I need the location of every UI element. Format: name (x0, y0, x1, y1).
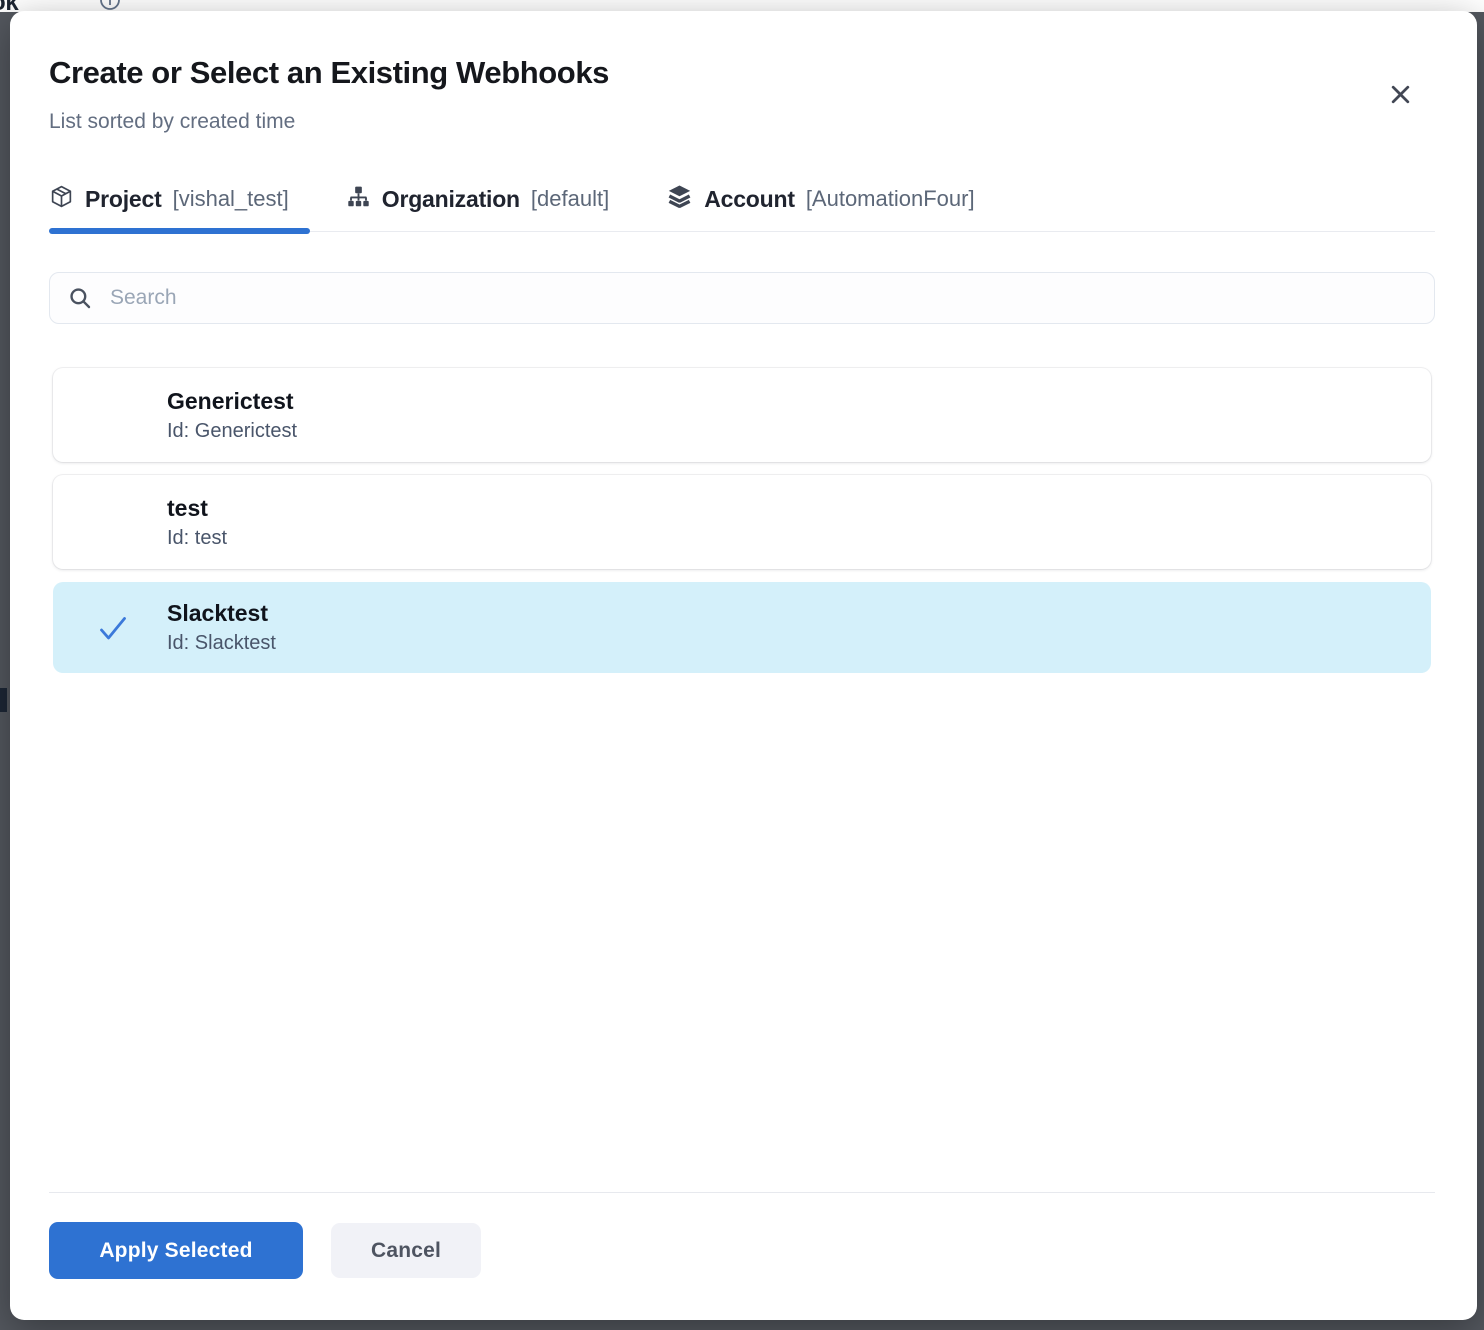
tab-organization[interactable]: Organization [default] (346, 167, 609, 231)
list-item-generictest[interactable]: Generictest Id: Generictest (53, 368, 1431, 462)
active-tab-underline (49, 228, 310, 234)
webhooks-dialog: Create or Select an Existing Webhooks Li… (10, 11, 1477, 1320)
footer-divider (49, 1192, 1435, 1193)
webhook-name: Slacktest (167, 599, 1431, 628)
tab-context: [vishal_test] (173, 186, 289, 212)
tab-context: [default] (531, 186, 609, 212)
search-input[interactable] (108, 285, 1417, 311)
webhook-id: Id: Slacktest (167, 630, 1431, 656)
webhook-id: Id: test (167, 525, 1431, 551)
check-icon (95, 610, 131, 646)
cancel-button[interactable]: Cancel (331, 1223, 481, 1278)
close-icon (1387, 81, 1414, 111)
dialog-subtitle: List sorted by created time (49, 110, 295, 134)
list-item-slacktest[interactable]: Slacktest Id: Slacktest (53, 582, 1431, 673)
tab-label: Project (85, 186, 162, 213)
webhook-list: Generictest Id: Generictest test Id: tes… (53, 368, 1431, 686)
apply-selected-button[interactable]: Apply Selected (49, 1222, 303, 1279)
scope-tabs: Project [vishal_test] Organization (49, 167, 1435, 232)
webhook-name: Generictest (167, 387, 1431, 416)
tab-context: [AutomationFour] (806, 186, 975, 212)
tab-label: Account (704, 186, 795, 213)
list-item-test[interactable]: test Id: test (53, 475, 1431, 569)
tab-label: Organization (382, 186, 520, 213)
webhook-id: Id: Generictest (167, 418, 1431, 444)
dialog-title: Create or Select an Existing Webhooks (49, 55, 609, 91)
close-button[interactable] (1385, 81, 1415, 111)
search-box (49, 272, 1435, 324)
background-fragment (0, 688, 7, 712)
dialog-footer: Apply Selected Cancel (49, 1222, 481, 1279)
cube-icon (49, 184, 74, 214)
webhook-name: test (167, 494, 1431, 523)
tab-account[interactable]: Account [AutomationFour] (666, 167, 974, 231)
search-icon (67, 285, 93, 311)
layers-icon (666, 183, 693, 215)
tab-project[interactable]: Project [vishal_test] (49, 167, 289, 231)
org-chart-icon (346, 184, 371, 214)
